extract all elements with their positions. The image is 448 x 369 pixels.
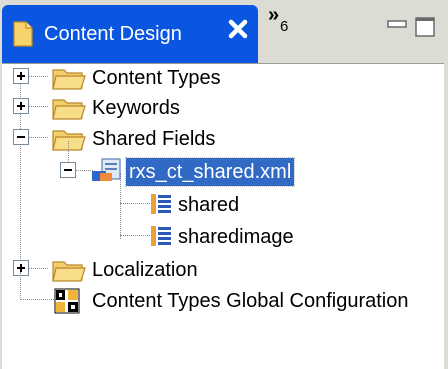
expand-icon[interactable]: [13, 98, 29, 114]
view-tab-bar: Content Design » 6: [0, 0, 448, 64]
collapse-icon[interactable]: [60, 162, 76, 178]
tree-connector: [20, 272, 21, 300]
tree-connector: [28, 137, 48, 138]
tree-connector: [28, 106, 48, 107]
tree-item-label: Content Types Global Configuration: [92, 290, 409, 312]
tab-overflow-button[interactable]: » 6: [268, 4, 288, 35]
maximize-icon[interactable]: [414, 16, 436, 38]
field-set-icon: [151, 226, 171, 246]
tree-connector: [28, 76, 48, 77]
folder-open-icon: [52, 130, 86, 151]
tree-item-label: Shared Fields: [92, 128, 216, 150]
tab-content-design[interactable]: Content Design: [2, 5, 258, 63]
minimize-icon[interactable]: [386, 16, 408, 38]
collapse-icon[interactable]: [13, 129, 29, 145]
content-design-view: Content Design » 6 Content Types Keyword…: [0, 0, 448, 369]
tree-item-rxs-ct-shared-xml[interactable]: rxs_ct_shared.xml: [0, 141, 444, 187]
tree-item-shared[interactable]: shared: [0, 190, 444, 220]
right-frame-border: [444, 63, 448, 369]
tree-item-label: Content Types: [92, 67, 221, 89]
tree-item-shared-fields[interactable]: Shared Fields: [0, 124, 444, 154]
tree-connector: [75, 170, 93, 171]
tree-connector: [120, 235, 150, 236]
double-chevron-icon: »: [268, 4, 280, 26]
tree-connector: [20, 299, 54, 300]
tree-item-keywords[interactable]: Keywords: [0, 93, 444, 123]
tab-title: Content Design: [44, 22, 182, 45]
expand-icon[interactable]: [13, 260, 29, 276]
folder-icon: [52, 99, 86, 120]
tree-item-global-configuration[interactable]: Content Types Global Configuration: [0, 272, 444, 316]
folder-icon: [52, 69, 86, 90]
tree-item-localization[interactable]: Localization: [0, 255, 444, 285]
config-file-icon: [54, 288, 80, 314]
expand-icon[interactable]: [13, 68, 29, 84]
field-set-icon: [151, 194, 171, 214]
tree-item-label: shared: [178, 194, 240, 216]
tab-overflow-count: 6: [280, 18, 289, 35]
tree-item-sharedimage[interactable]: sharedimage: [0, 222, 444, 252]
close-icon[interactable]: [226, 17, 250, 41]
tree-connector: [120, 203, 150, 204]
tree-item-label: rxs_ct_shared.xml: [124, 157, 296, 187]
tree-item-label: sharedimage: [178, 226, 294, 248]
content-design-icon: [13, 21, 33, 47]
tree-item-label: Keywords: [92, 97, 180, 119]
tree-connector: [28, 268, 48, 269]
folder-icon: [52, 261, 86, 282]
tree-item-label: Localization: [92, 259, 198, 281]
tree-item-content-types[interactable]: Content Types: [0, 63, 444, 93]
xml-file-icon: [92, 158, 121, 181]
content-tree: Content Types Keywords Shared Fields rxs…: [0, 63, 444, 369]
